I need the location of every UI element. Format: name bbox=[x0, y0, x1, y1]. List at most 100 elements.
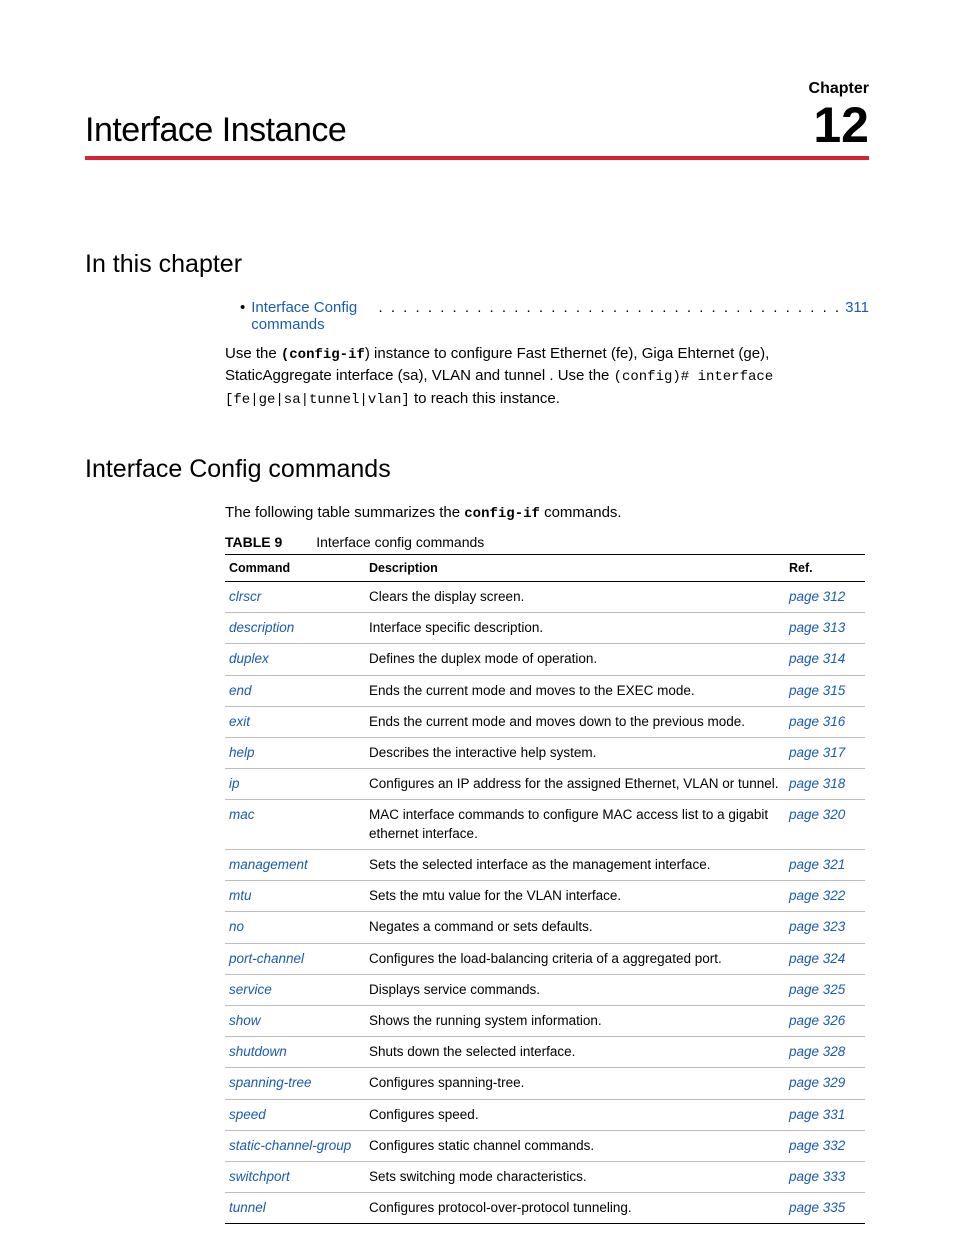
command-link[interactable]: mtu bbox=[229, 888, 252, 903]
command-description: Shuts down the selected interface. bbox=[365, 1037, 785, 1068]
table-row: mac MAC interface commands to configure M… bbox=[225, 800, 865, 849]
command-description: Configures protocol-over-protocol tunnel… bbox=[365, 1193, 785, 1224]
table-row: no Negates a command or sets defaults. pag… bbox=[225, 912, 865, 943]
table-row: management Sets the selected interface as… bbox=[225, 849, 865, 880]
command-description: Ends the current mode and moves to the E… bbox=[365, 675, 785, 706]
command-description: Shows the running system information. bbox=[365, 1005, 785, 1036]
command-link[interactable]: ip bbox=[229, 776, 240, 791]
page-ref-link[interactable]: page 320 bbox=[789, 807, 845, 822]
command-description: Sets switching mode characteristics. bbox=[365, 1162, 785, 1193]
table-row: port-channel Configures the load-balancin… bbox=[225, 943, 865, 974]
command-link[interactable]: exit bbox=[229, 714, 250, 729]
command-link[interactable]: clrscr bbox=[229, 589, 261, 604]
text-fragment: to reach this instance. bbox=[410, 390, 560, 407]
page-ref-link[interactable]: page 312 bbox=[789, 589, 845, 604]
table-header-row: Command Description Ref. bbox=[225, 554, 865, 581]
code-fragment: (config-if bbox=[281, 347, 365, 363]
page-ref-link[interactable]: page 314 bbox=[789, 651, 845, 666]
command-link[interactable]: speed bbox=[229, 1107, 266, 1122]
page-ref-link[interactable]: page 315 bbox=[789, 683, 845, 698]
col-header-command: Command bbox=[225, 554, 365, 581]
chapter-rule bbox=[85, 156, 869, 160]
page-ref-link[interactable]: page 333 bbox=[789, 1169, 845, 1184]
table-row: ipConfigures an IP address for the assig… bbox=[225, 769, 865, 800]
command-link[interactable]: help bbox=[229, 745, 255, 760]
page-ref-link[interactable]: page 316 bbox=[789, 714, 845, 729]
table-row: show Shows the running system information… bbox=[225, 1005, 865, 1036]
command-description: Defines the duplex mode of operation. bbox=[365, 644, 785, 675]
toc-link[interactable]: Interface Config commands bbox=[251, 299, 374, 333]
command-link[interactable]: switchport bbox=[229, 1169, 290, 1184]
page-ref-link[interactable]: page 317 bbox=[789, 745, 845, 760]
text-fragment: The following table summarizes the bbox=[225, 504, 464, 521]
command-description: Configures speed. bbox=[365, 1099, 785, 1130]
command-link[interactable]: shutdown bbox=[229, 1044, 287, 1059]
chapter-label: Chapter bbox=[85, 80, 869, 98]
command-link[interactable]: duplex bbox=[229, 651, 269, 666]
command-description: Configures static channel commands. bbox=[365, 1130, 785, 1161]
table-label: TABLE 9 bbox=[225, 534, 282, 550]
table-intro: The following table summarizes the confi… bbox=[225, 504, 869, 522]
chapter-header: Chapter Interface Instance 12 bbox=[85, 80, 869, 160]
table-row: help Describes the interactive help syste… bbox=[225, 737, 865, 768]
page-ref-link[interactable]: page 323 bbox=[789, 919, 845, 934]
command-link[interactable]: tunnel bbox=[229, 1200, 266, 1215]
table-caption: TABLE 9 Interface config commands bbox=[225, 534, 869, 550]
page-ref-link[interactable]: page 326 bbox=[789, 1013, 845, 1028]
page-ref-link[interactable]: page 331 bbox=[789, 1107, 845, 1122]
command-link[interactable]: no bbox=[229, 919, 244, 934]
toc-page[interactable]: 311 bbox=[845, 299, 869, 316]
command-description: Negates a command or sets defaults. bbox=[365, 912, 785, 943]
table-row: clrscrClears the display screen.page 312 bbox=[225, 581, 865, 612]
table-row: mtu Sets the mtu value for the VLAN inter… bbox=[225, 881, 865, 912]
table-row: speed Configures speed. page 331 bbox=[225, 1099, 865, 1130]
command-link[interactable]: mac bbox=[229, 807, 255, 822]
command-link[interactable]: management bbox=[229, 857, 308, 872]
table-row: exitEnds the current mode and moves down… bbox=[225, 706, 865, 737]
table-title: Interface config commands bbox=[316, 534, 484, 550]
page-ref-link[interactable]: page 318 bbox=[789, 776, 845, 791]
page-ref-link[interactable]: page 313 bbox=[789, 620, 845, 635]
commands-table: Command Description Ref. clrscrClears th… bbox=[225, 554, 865, 1225]
command-link[interactable]: end bbox=[229, 683, 252, 698]
page-ref-link[interactable]: page 324 bbox=[789, 951, 845, 966]
command-description: Displays service commands. bbox=[365, 974, 785, 1005]
command-description: Configures the load-balancing criteria o… bbox=[365, 943, 785, 974]
command-description: Sets the selected interface as the manag… bbox=[365, 849, 785, 880]
toc-bullet: • bbox=[240, 299, 245, 316]
col-header-description: Description bbox=[365, 554, 785, 581]
command-description: MAC interface commands to configure MAC … bbox=[365, 800, 785, 849]
table-block: TABLE 9 Interface config commands Comman… bbox=[225, 534, 869, 1225]
command-link[interactable]: static-channel-group bbox=[229, 1138, 351, 1153]
command-link[interactable]: spanning-tree bbox=[229, 1075, 312, 1090]
table-row: tunnel Configures protocol-over-protocol … bbox=[225, 1193, 865, 1224]
page-ref-link[interactable]: page 335 bbox=[789, 1200, 845, 1215]
text-fragment: Use the bbox=[225, 345, 281, 362]
command-description: Describes the interactive help system. bbox=[365, 737, 785, 768]
toc-entry: • Interface Config commands . . . . . . … bbox=[240, 299, 869, 333]
page-ref-link[interactable]: page 332 bbox=[789, 1138, 845, 1153]
page-ref-link[interactable]: page 325 bbox=[789, 982, 845, 997]
page-ref-link[interactable]: page 321 bbox=[789, 857, 845, 872]
command-link[interactable]: port-channel bbox=[229, 951, 304, 966]
section-heading-in-this-chapter: In this chapter bbox=[85, 250, 869, 279]
table-row: end Ends the current mode and moves to th… bbox=[225, 675, 865, 706]
chapter-number: 12 bbox=[813, 100, 869, 150]
command-link[interactable]: description bbox=[229, 620, 294, 635]
page-ref-link[interactable]: page 329 bbox=[789, 1075, 845, 1090]
table-row: duplex Defines the duplex mode of operati… bbox=[225, 644, 865, 675]
command-link[interactable]: service bbox=[229, 982, 272, 997]
code-fragment: config-if bbox=[464, 506, 540, 522]
table-row: spanning-tree Configures spanning-tree. pa… bbox=[225, 1068, 865, 1099]
col-header-ref: Ref. bbox=[785, 554, 865, 581]
chapter-title-row: Interface Instance 12 bbox=[85, 100, 869, 150]
command-description: Interface specific description. bbox=[365, 613, 785, 644]
chapter-title: Interface Instance bbox=[85, 111, 346, 150]
page-ref-link[interactable]: page 328 bbox=[789, 1044, 845, 1059]
command-description: Configures spanning-tree. bbox=[365, 1068, 785, 1099]
table-row: service Displays service commands. page 32… bbox=[225, 974, 865, 1005]
command-link[interactable]: show bbox=[229, 1013, 261, 1028]
toc-dots: . . . . . . . . . . . . . . . . . . . . … bbox=[379, 299, 842, 316]
page-ref-link[interactable]: page 322 bbox=[789, 888, 845, 903]
command-description: Sets the mtu value for the VLAN interfac… bbox=[365, 881, 785, 912]
